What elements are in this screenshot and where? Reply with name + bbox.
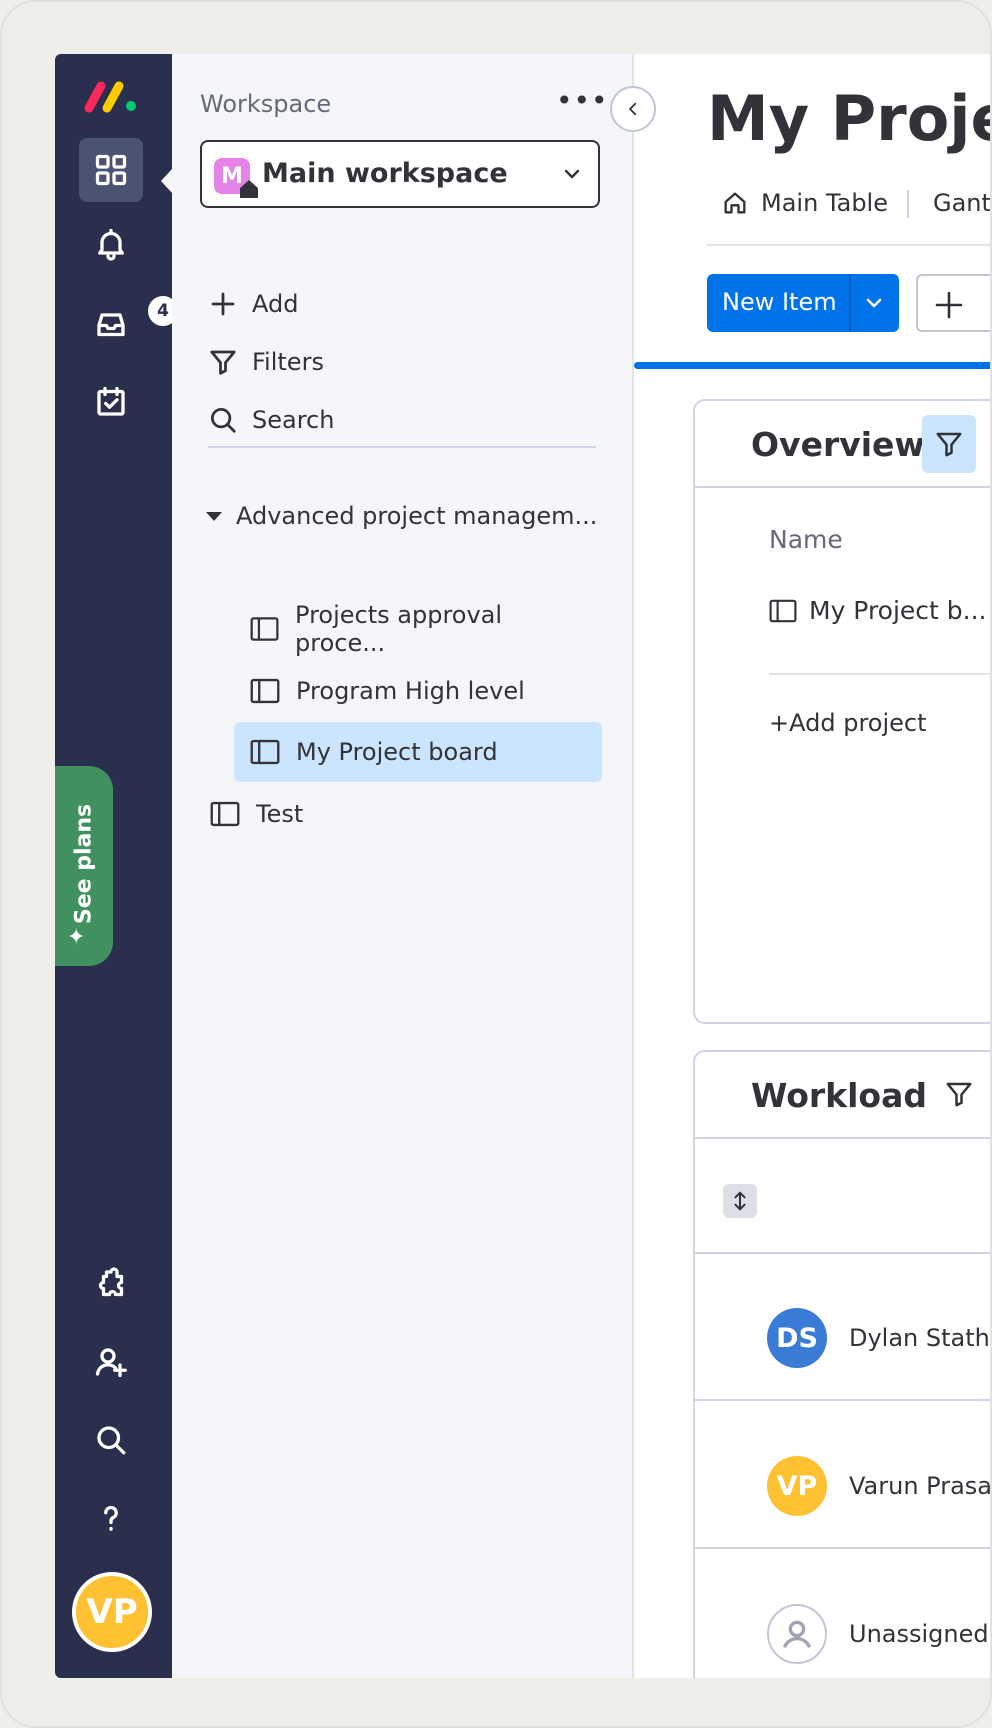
unassigned-avatar-icon bbox=[767, 1604, 827, 1664]
puzzle-icon[interactable] bbox=[79, 1252, 143, 1316]
overview-row-label: My Project b... bbox=[809, 596, 987, 625]
filter-icon bbox=[210, 350, 236, 375]
board-icon bbox=[250, 739, 280, 765]
overview-row[interactable]: My Project b... bbox=[769, 596, 987, 625]
inbox-icon[interactable] bbox=[79, 292, 143, 356]
workload-person[interactable]: DS Dylan Statham bbox=[767, 1308, 990, 1368]
page-title: My Project bbox=[707, 82, 990, 155]
caret-down-icon bbox=[206, 511, 222, 521]
board-icon bbox=[210, 801, 240, 827]
active-caret bbox=[161, 169, 172, 193]
board-item[interactable]: Projects approval proce... bbox=[250, 599, 590, 659]
row-divider bbox=[695, 1547, 990, 1549]
overview-filter-button[interactable] bbox=[922, 415, 976, 473]
board-icon bbox=[769, 599, 797, 622]
workspace-panel: Workspace ••• M Main workspace Add Filte… bbox=[172, 54, 634, 1678]
workload-widget: Workload DS Dylan Statham VP Varun Prasa… bbox=[693, 1050, 992, 1678]
board-label: Projects approval proce... bbox=[295, 601, 503, 657]
board-label: Test bbox=[256, 800, 304, 828]
see-plans-button[interactable]: See plans ✦ bbox=[55, 766, 113, 966]
person-name: Varun Prasad bbox=[849, 1472, 992, 1500]
filter-icon bbox=[936, 432, 962, 457]
widget-title: Workload bbox=[751, 1076, 927, 1115]
column-header-name: Name bbox=[769, 525, 843, 554]
board-icon bbox=[250, 617, 279, 641]
plus-icon bbox=[211, 292, 235, 316]
collapse-panel-button[interactable] bbox=[610, 86, 656, 132]
filters-label: Filters bbox=[252, 348, 324, 376]
folder-item[interactable]: Advanced project managem... bbox=[206, 502, 597, 530]
home-icon bbox=[724, 192, 746, 214]
search-icon bbox=[211, 408, 236, 433]
calendar-check-icon[interactable] bbox=[79, 370, 143, 434]
avatar: DS bbox=[767, 1308, 827, 1368]
grid-icon[interactable] bbox=[79, 138, 143, 202]
tab-gantt[interactable]: Gantt bbox=[933, 174, 991, 232]
widget-divider bbox=[695, 1137, 990, 1139]
app-window: 4 See plans ✦ VP Workspace ••• M Main wo… bbox=[55, 54, 992, 1678]
chevron-down-icon[interactable] bbox=[862, 291, 886, 315]
workspace-name: Main workspace bbox=[262, 158, 508, 189]
sparkle-icon: ✦ bbox=[67, 925, 86, 950]
main-content: My Project Main Table Gantt New Item Ove… bbox=[634, 54, 992, 1678]
add-widget-button[interactable] bbox=[916, 274, 990, 332]
filter-icon bbox=[946, 1082, 972, 1107]
workspace-label: Workspace bbox=[200, 90, 332, 118]
logo-icon[interactable] bbox=[81, 76, 141, 116]
help-icon[interactable] bbox=[79, 1486, 143, 1550]
row-divider bbox=[695, 1252, 990, 1254]
add-label: Add bbox=[252, 290, 299, 318]
workload-person[interactable]: Unassigned bbox=[767, 1604, 989, 1664]
tab-label: Main Table bbox=[761, 189, 888, 217]
board-item[interactable]: Program High level bbox=[250, 661, 590, 721]
left-rail: 4 See plans ✦ VP bbox=[55, 54, 180, 1678]
see-plans-label: See plans bbox=[71, 803, 97, 925]
board-label: My Project board bbox=[296, 738, 498, 766]
row-divider bbox=[695, 1399, 990, 1401]
add-button[interactable]: Add bbox=[208, 284, 298, 324]
app-frame: 4 See plans ✦ VP Workspace ••• M Main wo… bbox=[0, 0, 992, 1728]
row-divider bbox=[769, 673, 990, 675]
widget-title: Overview bbox=[751, 425, 925, 464]
folder-label: Advanced project managem... bbox=[236, 502, 598, 530]
tab-separator bbox=[907, 190, 909, 218]
sort-toggle-button[interactable] bbox=[723, 1184, 757, 1218]
sort-vertical-icon bbox=[734, 1191, 746, 1211]
invite-user-icon[interactable] bbox=[79, 1330, 143, 1394]
tab-label: Gantt bbox=[933, 189, 991, 217]
plus-icon bbox=[935, 291, 963, 319]
active-view-indicator bbox=[634, 362, 990, 369]
bell-icon[interactable] bbox=[79, 212, 143, 276]
user-avatar[interactable]: VP bbox=[72, 1572, 152, 1652]
new-item-button[interactable]: New Item bbox=[707, 274, 899, 332]
board-icon bbox=[250, 678, 280, 704]
search-icon[interactable] bbox=[79, 1408, 143, 1472]
board-item-test[interactable]: Test bbox=[210, 784, 550, 844]
view-tabs: Main Table Gantt bbox=[707, 174, 991, 246]
board-item-selected[interactable]: My Project board bbox=[234, 722, 602, 782]
filters-button[interactable]: Filters bbox=[208, 342, 324, 382]
overview-widget: Overview Name My Project b... +Add proje… bbox=[693, 399, 990, 1024]
panel-divider bbox=[208, 446, 596, 448]
search-label: Search bbox=[252, 406, 335, 434]
new-item-label: New Item bbox=[722, 288, 837, 316]
workload-person[interactable]: VP Varun Prasad bbox=[767, 1456, 992, 1516]
search-button[interactable]: Search bbox=[208, 400, 334, 440]
chevron-down-icon bbox=[564, 169, 580, 179]
workload-filter-button[interactable] bbox=[939, 1074, 979, 1114]
more-options-icon[interactable]: ••• bbox=[556, 84, 609, 117]
widget-divider bbox=[695, 486, 990, 488]
avatar: VP bbox=[767, 1456, 827, 1516]
button-separator bbox=[849, 274, 851, 332]
workspace-selector[interactable]: M Main workspace bbox=[200, 140, 600, 208]
person-name: Unassigned bbox=[849, 1620, 989, 1648]
chevron-left-icon bbox=[629, 102, 637, 116]
board-label: Program High level bbox=[296, 677, 525, 705]
person-name: Dylan Statham bbox=[849, 1324, 990, 1352]
add-project-link[interactable]: +Add project bbox=[769, 709, 927, 737]
tab-main-table[interactable]: Main Table bbox=[721, 174, 888, 232]
